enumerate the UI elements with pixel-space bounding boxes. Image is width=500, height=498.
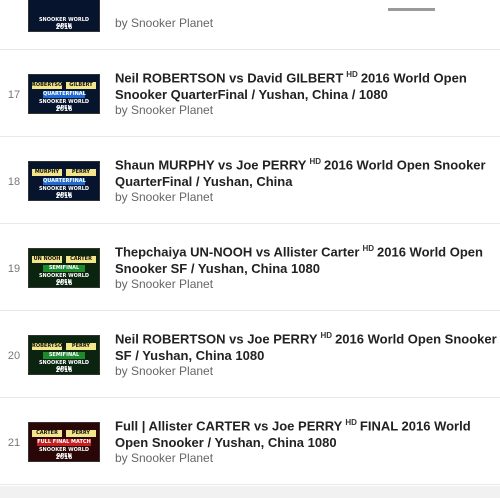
thumbnail-stage: QUARTERFINAL xyxy=(43,91,86,98)
item-index: 19 xyxy=(7,263,21,275)
thumbnail-player1: CARTER xyxy=(32,430,62,437)
thumbnail-event: SNOOKER WORLD OPEN xyxy=(38,17,90,29)
thumbnail-player2: PERRY xyxy=(66,343,96,350)
title-text: Neil ROBERTSON vs David GILBERT xyxy=(115,70,344,86)
title-text: Thepchaiya UN-NOOH vs Allister Carter xyxy=(115,244,360,260)
thumbnail-names: ROBERTSON GILBERT xyxy=(32,82,96,90)
thumbnail-year: 2016 xyxy=(55,454,73,461)
thumbnail-event: SNOOKER WORLD OPEN xyxy=(38,273,90,285)
title-text: Neil ROBERTSON vs Joe PERRY xyxy=(115,331,318,347)
thumbnail-player1: UN NOOH xyxy=(32,256,62,263)
channel-name[interactable]: by Snooker Planet xyxy=(115,451,213,465)
channel-name[interactable]: by Snooker Planet xyxy=(115,190,213,204)
item-index: 20 xyxy=(7,350,21,362)
thumbnail-player1: ROBERTSON xyxy=(32,82,67,89)
video-thumbnail[interactable]: SNOOKER WORLD OPEN 2016 xyxy=(28,0,100,32)
hd-badge: HD xyxy=(362,244,374,253)
thumbnail-names: CARTER PERRY xyxy=(32,430,96,438)
video-thumbnail[interactable]: ROBERTSON PERRY SEMIFINAL SNOOKER WORLD … xyxy=(28,335,100,375)
title-text: Shaun MURPHY vs Joe PERRY xyxy=(115,157,307,173)
thumbnail-event: SNOOKER WORLD OPEN xyxy=(38,360,90,372)
thumbnail-event: SNOOKER WORLD OPEN xyxy=(38,447,90,459)
thumbnail-names: UN NOOH CARTER xyxy=(32,256,96,264)
thumbnail-player2: PERRY xyxy=(66,430,96,437)
thumbnail-player2: GILBERT xyxy=(66,82,96,89)
thumbnail-player1: MURPHY xyxy=(32,169,62,176)
thumbnail-player1: ROBERTSON xyxy=(32,343,67,350)
video-title[interactable]: Shaun MURPHY vs Joe PERRY HD 2016 World Op… xyxy=(115,153,497,190)
channel-name[interactable]: by Snooker Planet xyxy=(115,277,213,291)
playlist-item[interactable]: 19 UN NOOH CARTER SEMIFINAL SNOOKER WORL… xyxy=(0,225,500,311)
hd-badge: HD xyxy=(346,70,358,79)
thumbnail-event: SNOOKER WORLD OPEN xyxy=(38,99,90,111)
video-title[interactable]: Neil ROBERTSON vs Joe PERRY HD 2016 World … xyxy=(115,327,497,364)
channel-name[interactable]: by Snooker Planet xyxy=(115,103,213,117)
thumbnail-player2: PERRY xyxy=(66,169,96,176)
footer-bar xyxy=(0,486,500,498)
thumbnail-year: 2016 xyxy=(55,367,73,374)
thumbnail-player2: CARTER xyxy=(66,256,96,263)
thumbnail-stage: QUARTERFINAL xyxy=(43,178,86,185)
thumbnail-year: 2016 xyxy=(55,24,73,31)
thumbnail-names: ROBERTSON PERRY xyxy=(32,343,96,351)
video-thumbnail[interactable]: UN NOOH CARTER SEMIFINAL SNOOKER WORLD O… xyxy=(28,248,100,288)
hd-badge: HD xyxy=(309,157,322,166)
thumbnail-event: SNOOKER WORLD OPEN xyxy=(38,186,90,198)
thumbnail-names: MURPHY PERRY xyxy=(32,169,96,177)
thumbnail-stage: SEMIFINAL xyxy=(43,352,85,359)
channel-name[interactable]: by Snooker Planet xyxy=(115,16,213,30)
thumbnail-stage: FULL FINAL MATCH xyxy=(37,439,91,446)
video-title[interactable]: Neil ROBERTSON vs David GILBERT HD 2016 Wo… xyxy=(115,66,497,103)
hd-badge: HD xyxy=(345,418,357,427)
item-index: 18 xyxy=(7,176,21,188)
video-title[interactable]: Thepchaiya UN-NOOH vs Allister Carter HD 2… xyxy=(115,240,497,277)
playlist-item[interactable]: SNOOKER WORLD OPEN 2016 by Snooker Plane… xyxy=(0,0,500,50)
channel-name[interactable]: by Snooker Planet xyxy=(115,364,213,378)
playlist-item[interactable]: 17 ROBERTSON GILBERT QUARTERFINAL SNOOKE… xyxy=(0,51,500,137)
hd-badge: HD xyxy=(320,331,333,340)
video-title[interactable]: Full | Allister CARTER vs Joe PERRY HD FIN… xyxy=(115,414,497,451)
thumbnail-stage: SEMIFINAL xyxy=(43,265,85,272)
thumbnail-year: 2016 xyxy=(55,106,73,113)
video-thumbnail[interactable]: CARTER PERRY FULL FINAL MATCH SNOOKER WO… xyxy=(28,422,100,462)
video-thumbnail[interactable]: ROBERTSON GILBERT QUARTERFINAL SNOOKER W… xyxy=(28,74,100,114)
thumbnail-year: 2016 xyxy=(55,280,73,287)
video-thumbnail[interactable]: MURPHY PERRY QUARTERFINAL SNOOKER WORLD … xyxy=(28,161,100,201)
playlist-item[interactable]: 18 MURPHY PERRY QUARTERFINAL SNOOKER WOR… xyxy=(0,138,500,224)
playlist-item[interactable]: 20 ROBERTSON PERRY SEMIFINAL SNOOKER WOR… xyxy=(0,312,500,398)
thumbnail-year: 2016 xyxy=(55,193,73,200)
item-index: 17 xyxy=(7,89,21,101)
title-text: Full | Allister CARTER vs Joe PERRY xyxy=(115,418,343,434)
playlist-item[interactable]: 21 CARTER PERRY FULL FINAL MATCH SNOOKER… xyxy=(0,399,500,485)
item-index: 21 xyxy=(7,437,21,449)
